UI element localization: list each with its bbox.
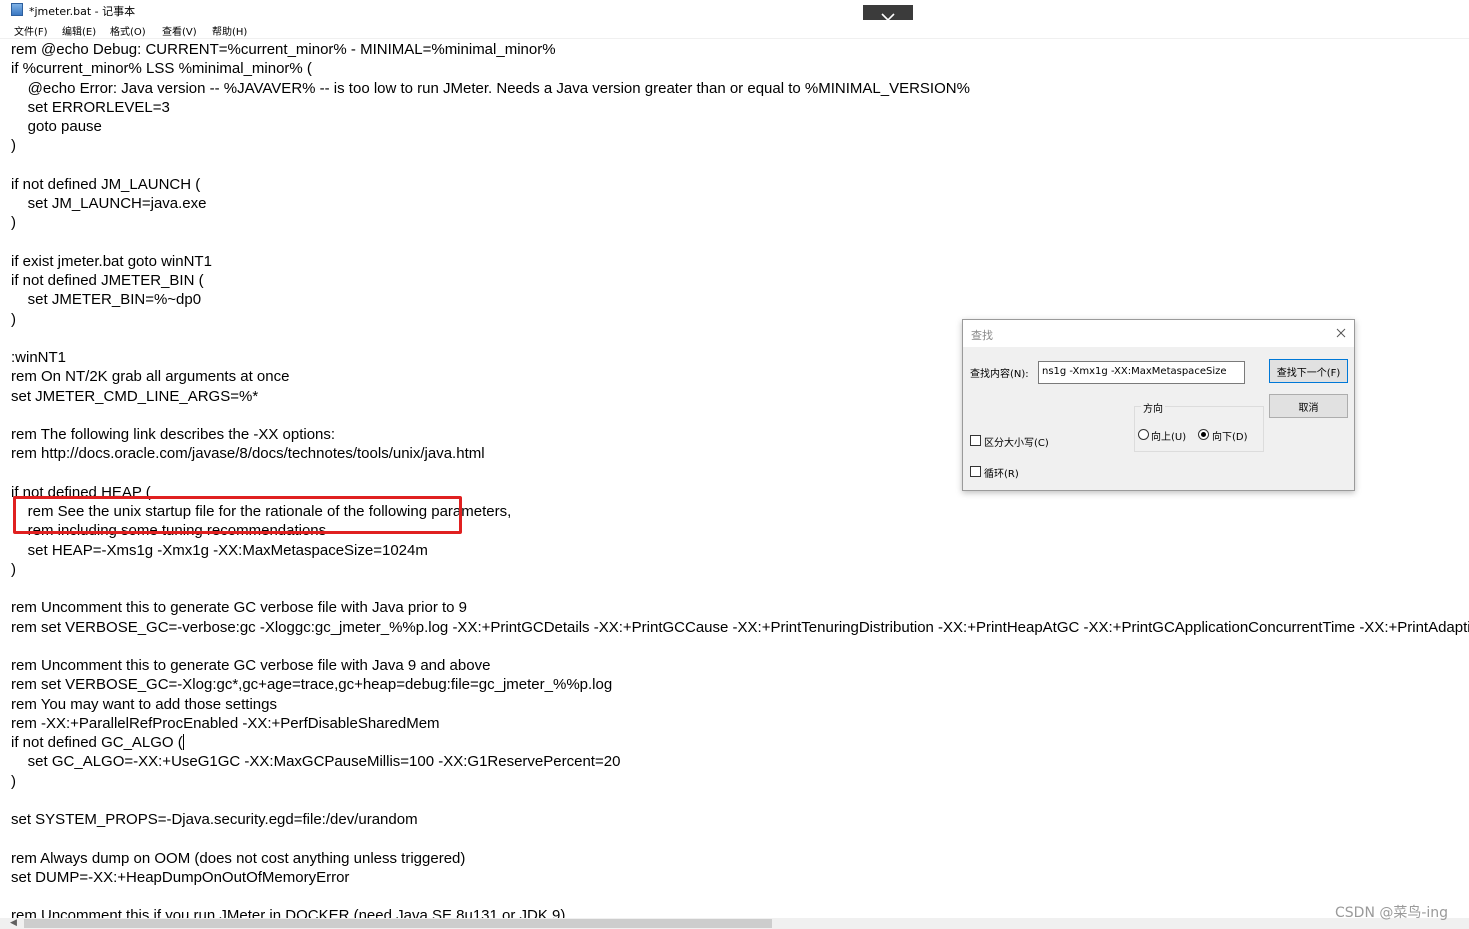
highlight-annotation-box (13, 496, 462, 534)
code-line: set ERRORLEVEL=3 (11, 98, 170, 116)
find-next-button[interactable]: 查找下一个(F) (1269, 359, 1348, 383)
direction-up-radio[interactable] (1138, 429, 1149, 440)
notepad-app-icon (11, 3, 23, 16)
menu-edit[interactable]: 编辑(E) (62, 23, 96, 38)
code-line: rem http://docs.oracle.com/javase/8/docs… (11, 445, 485, 463)
code-line: set JMETER_BIN=%~dp0 (11, 291, 202, 309)
code-line: rem @echo Debug: CURRENT=%current_minor%… (11, 41, 556, 58)
wrap-around-checkbox[interactable] (970, 466, 981, 477)
notepad-window: *jmeter.bat - 记事本 文件(F) 编辑(E) 格式(O) 查看(V… (0, 0, 1469, 929)
code-line: if %current_minor% LSS %minimal_minor% ( (11, 60, 312, 78)
code-line: set JM_LAUNCH=java.exe (11, 195, 207, 212)
menu-help[interactable]: 帮助(H) (212, 23, 247, 38)
code-line: rem Uncomment this to generate GC verbos… (11, 657, 491, 674)
code-line: rem On NT/2K grab all arguments at once (11, 368, 290, 386)
code-line: @echo Error: Java version -- %JAVAVER% -… (11, 79, 970, 97)
direction-label: 方向 (1141, 400, 1165, 415)
code-line: set HEAP=-Xms1g -Xmx1g -XX:MaxMetaspaceS… (11, 541, 428, 559)
direction-down-label[interactable]: 向下(D) (1212, 428, 1248, 443)
menu-view[interactable]: 查看(V) (162, 23, 197, 38)
code-line: set GC_ALGO=-XX:+UseG1GC -XX:MaxGCPauseM… (11, 753, 621, 771)
code-line: ) (11, 310, 16, 328)
code-line: rem Always dump on OOM (does not cost an… (11, 849, 466, 867)
code-line: :winNT1 (11, 349, 67, 366)
find-what-input[interactable]: ns1g -Xmx1g -XX:MaxMetaspaceSize (1038, 361, 1245, 384)
code-line: ) (11, 772, 16, 790)
direction-up-label[interactable]: 向上(U) (1151, 428, 1186, 443)
match-case-checkbox[interactable] (970, 435, 981, 446)
text-caret (182, 734, 184, 750)
code-line: set JMETER_CMD_LINE_ARGS=%* (11, 387, 259, 405)
find-what-label: 查找内容(N): (970, 369, 1029, 380)
code-line: rem The following link describes the -XX… (11, 426, 336, 443)
code-line: rem Uncomment this to generate GC verbos… (11, 599, 468, 617)
code-line: rem set VERBOSE_GC=-verbose:gc -Xloggc:g… (11, 618, 1469, 636)
code-line: if not defined GC_ALGO ( (11, 734, 184, 751)
close-button[interactable] (1333, 325, 1349, 341)
code-line: ) (11, 560, 16, 578)
watermark: CSDN @菜鸟-ing (1335, 905, 1449, 921)
menu-file[interactable]: 文件(F) (14, 23, 48, 38)
cancel-button[interactable]: 取消 (1269, 394, 1348, 418)
code-line: rem Uncomment this if you run JMeter in … (11, 907, 566, 918)
match-case-label[interactable]: 区分大小写(C) (984, 434, 1049, 449)
code-line: ) (11, 137, 16, 155)
code-line: set DUMP=-XX:+HeapDumpOnOutOfMemoryError (11, 868, 350, 886)
menu-format[interactable]: 格式(O) (110, 23, 146, 38)
horizontal-scrollbar[interactable]: ◀ (0, 918, 1469, 929)
window-title: *jmeter.bat - 记事本 (29, 5, 136, 18)
direction-down-radio[interactable] (1198, 429, 1209, 440)
code-line: if not defined JM_LAUNCH ( (11, 175, 201, 193)
menu-bar: 文件(F) 编辑(E) 格式(O) 查看(V) 帮助(H) (0, 20, 1469, 39)
code-line: if not defined JMETER_BIN ( (11, 272, 204, 289)
code-line: rem You may want to add those settings (11, 695, 277, 713)
find-dialog: 查找 查找内容(N): ns1g -Xmx1g -XX:MaxMetaspace… (962, 319, 1355, 491)
code-line: goto pause (11, 118, 102, 135)
direction-group: 方向 向上(U) 向下(D) (1134, 400, 1264, 452)
code-line: if exist jmeter.bat goto winNT1 (11, 252, 212, 270)
scroll-left-icon[interactable]: ◀ (10, 919, 17, 928)
wrap-around-label[interactable]: 循环(R) (984, 465, 1019, 480)
code-line: rem -XX:+ParallelRefProcEnabled -XX:+Per… (11, 714, 440, 732)
title-bar: *jmeter.bat - 记事本 (0, 0, 1469, 20)
close-icon (1336, 328, 1346, 338)
code-line: ) (11, 214, 16, 232)
scrollbar-thumb[interactable] (24, 919, 772, 928)
find-dialog-titlebar: 查找 (963, 320, 1354, 347)
find-dialog-title: 查找 (971, 329, 993, 342)
code-line: rem set VERBOSE_GC=-Xlog:gc*,gc+age=trac… (11, 676, 613, 694)
code-line: set SYSTEM_PROPS=-Djava.security.egd=fil… (11, 811, 418, 828)
